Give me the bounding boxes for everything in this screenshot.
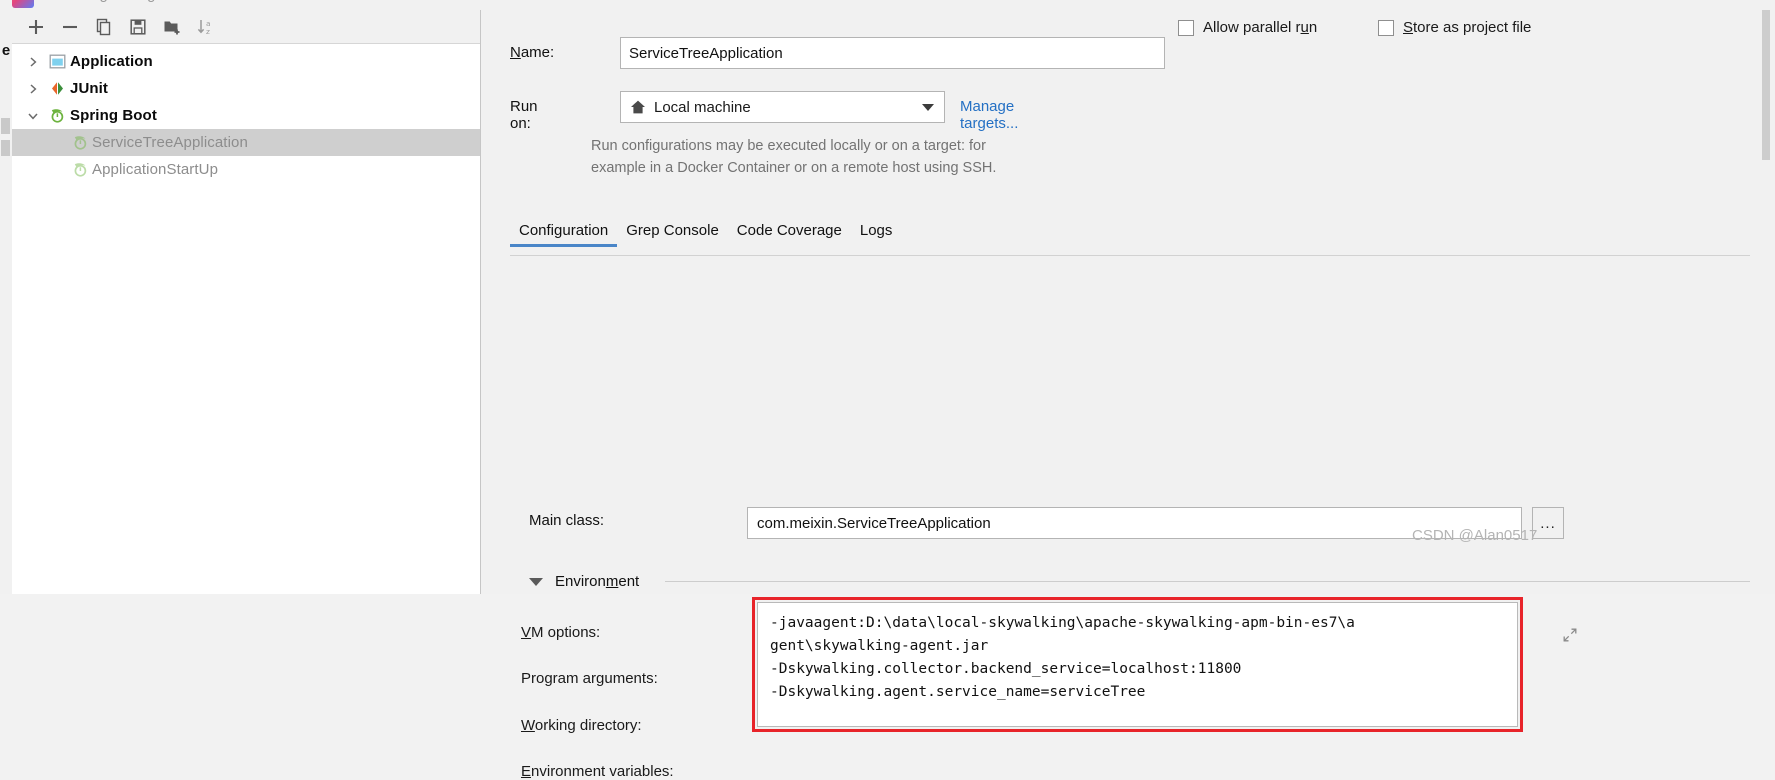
triangle-down-icon[interactable] [529,577,543,586]
tab-label: Grep Console [626,222,719,239]
chevron-right-icon[interactable] [22,83,44,95]
run-on-hint-line2: example in a Docker Container or on a re… [591,160,997,176]
tab-label: Code Coverage [736,222,842,239]
configuration-tab-content: Main class: com.meixin.ServiceTreeApplic… [510,256,1750,780]
home-icon [630,99,646,115]
working-directory-label: Working directory: [521,717,642,734]
tree-node-label: Spring Boot [70,107,157,124]
configurations-toolbar: a z [12,10,480,44]
run-on-value: Local machine [654,98,751,116]
allow-parallel-run-label: Allow parallel run [1203,19,1318,36]
chevron-down-icon[interactable] [922,104,934,111]
tree-node-label: ServiceTreeApplication [92,134,248,151]
environment-variables-label: Environment variables: [521,763,674,780]
tree-node-applicationstartup[interactable]: ApplicationStartUp [12,156,480,183]
tree-node-servicetreeapplication[interactable]: ServiceTreeApplication [12,129,480,156]
left-strip-marker-2 [1,140,10,156]
environment-section-divider [665,581,1750,582]
left-strip-letter: e [1,42,11,59]
run-on-hint-line1: Run configurations may be executed local… [591,138,986,154]
tab-logs[interactable]: Logs [851,222,902,247]
svg-text:z: z [206,27,210,36]
vm-options-label: VM options: [521,624,601,641]
run-on-label: Run on: [510,98,538,132]
name-row: Name: ServiceTreeApplication [510,37,1750,71]
main-class-input[interactable]: com.meixin.ServiceTreeApplication [747,507,1522,539]
run-on-hint: Run configurations may be executed local… [591,135,1351,179]
tree-node-junit[interactable]: JUnit [12,75,480,102]
tab-label: Logs [859,222,893,239]
left-strip-marker-1 [1,118,10,134]
allow-parallel-run-checkbox[interactable]: Allow parallel run [1178,19,1317,36]
scrollbar-thumb[interactable] [1762,10,1770,160]
tree-node-label: ApplicationStartUp [92,161,219,178]
checkbox-box[interactable] [1178,19,1194,36]
dialog-title: Run/Debug Configurations [32,0,209,3]
csdn-watermark: CSDN @Alan0517 [1412,527,1538,544]
environment-section-header[interactable]: Environment [529,573,639,590]
run-on-dropdown[interactable]: Local machine [620,91,945,123]
configurations-list-panel: a z Application JUnit Spring Boot Servic… [12,10,481,594]
application-icon [44,53,70,70]
name-input[interactable]: ServiceTreeApplication [620,37,1165,69]
tab-configuration[interactable]: Configuration [510,222,618,247]
chevron-down-icon[interactable] [22,110,44,122]
editor-vertical-scrollbar[interactable] [1761,10,1771,594]
tab-grep-console[interactable]: Grep Console [617,222,728,247]
program-arguments-label: Program arguments: [521,670,658,687]
store-as-project-file-checkbox[interactable]: Store as project file [1378,19,1531,36]
configurations-tree: Application JUnit Spring Boot ServiceTre… [12,44,480,593]
tree-node-application[interactable]: Application [12,48,480,75]
spring-boot-icon [44,107,70,124]
tree-node-label: Application [70,53,153,70]
add-configuration-button[interactable] [20,13,52,41]
spring-boot-icon [68,161,92,178]
tree-node-spring-boot[interactable]: Spring Boot [12,102,480,129]
configuration-tabs: Configuration Grep Console Code Coverage… [510,222,1750,256]
sort-alphabetically-button[interactable]: a z [190,13,222,41]
copy-configuration-button[interactable] [88,13,120,41]
name-label: Name: [510,44,555,61]
junit-icon [44,80,70,97]
save-configuration-button[interactable] [122,13,154,41]
configuration-editor-panel: Name: ServiceTreeApplication Allow paral… [481,10,1775,780]
move-to-folder-button[interactable] [156,13,188,41]
store-as-project-file-label: Store as project file [1403,19,1532,36]
vm-options-input[interactable]: -javaagent:D:\data\local-skywalking\apac… [757,602,1518,727]
tree-node-label: JUnit [70,80,108,97]
run-debug-configurations-dialog: e Run/Debug Configurations [0,0,1775,780]
spring-boot-icon [68,134,92,151]
tab-code-coverage[interactable]: Code Coverage [728,222,851,247]
intellij-logo-icon [12,0,34,8]
tab-active-indicator [510,244,618,247]
checkbox-box[interactable] [1378,19,1394,36]
main-class-label: Main class: [529,512,605,529]
environment-section-label: Environment [555,573,640,590]
expand-editor-icon[interactable] [1562,627,1578,643]
chevron-right-icon[interactable] [22,56,44,68]
manage-targets-link[interactable]: Manage targets... [960,98,1018,132]
remove-configuration-button[interactable] [54,13,86,41]
tab-label: Configuration [519,222,609,239]
editor-left-strip: e [0,0,12,594]
